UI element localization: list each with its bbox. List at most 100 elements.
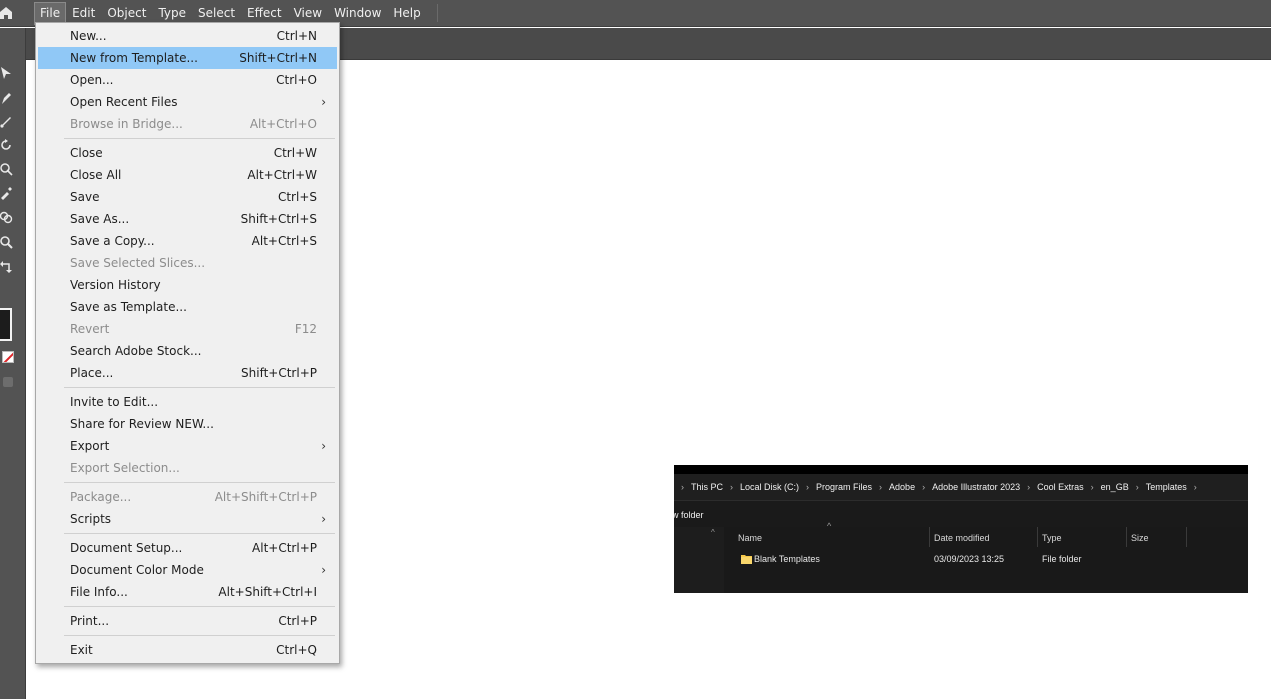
menu-help[interactable]: Help [387, 2, 426, 25]
menu-separator [64, 635, 335, 636]
menu-item-label: Place... [70, 366, 114, 380]
menu-item-shortcut: Alt+Ctrl+S [251, 234, 317, 248]
pen-tool-icon[interactable] [0, 89, 16, 107]
menu-item-label: Revert [70, 322, 110, 336]
breadcrumb-chevron-icon: › [1090, 482, 1094, 492]
menu-item-save-as-template[interactable]: Save as Template... [38, 296, 337, 318]
submenu-arrow-icon: › [321, 95, 326, 109]
menu-item-document-setup[interactable]: Document Setup... Alt+Ctrl+P [38, 537, 337, 559]
breadcrumb-chevron-icon: › [730, 482, 734, 492]
menu-item-invite-to-edit[interactable]: Invite to Edit... [38, 391, 337, 413]
menu-item-label: New from Template... [70, 51, 198, 65]
brush-tool-icon[interactable] [0, 113, 16, 131]
menu-item-document-color-mode[interactable]: Document Color Mode › [38, 559, 337, 581]
menu-item-label: Document Color Mode [70, 563, 204, 577]
submenu-arrow-icon: › [321, 563, 326, 577]
fill-swatch[interactable] [0, 308, 12, 341]
menu-separator [64, 482, 335, 483]
menu-item-save-a-copy[interactable]: Save a Copy... Alt+Ctrl+S [38, 230, 337, 252]
menu-item-save-as[interactable]: Save As... Shift+Ctrl+S [38, 208, 337, 230]
puppet-warp-tool-icon[interactable] [0, 160, 16, 178]
breadcrumb-chevron-icon: › [1193, 482, 1197, 492]
breadcrumb-chevron-icon: › [1135, 482, 1139, 492]
menu-item-label: Close All [70, 168, 122, 182]
menu-item-open[interactable]: Open... Ctrl+O [38, 69, 337, 91]
menu-item-export-selection: Export Selection... [38, 457, 337, 479]
menu-item-label: Browse in Bridge... [70, 117, 183, 131]
menu-item-package: Package... Alt+Shift+Ctrl+P [38, 486, 337, 508]
file-type: File folder [1042, 554, 1082, 564]
breadcrumb-en-gb[interactable]: en_GB [1101, 482, 1129, 492]
menu-item-version-history[interactable]: Version History [38, 274, 337, 296]
breadcrumb-adobe[interactable]: Adobe [889, 482, 915, 492]
menu-separator [64, 606, 335, 607]
menu-item-label: Scripts [70, 512, 112, 526]
menu-item-open-recent-files[interactable]: Open Recent Files › [38, 91, 337, 113]
menu-item-label: File Info... [70, 585, 128, 599]
menu-item-shortcut: Ctrl+N [276, 29, 317, 43]
stroke-none-swatch[interactable] [2, 351, 14, 363]
swap-colors-icon[interactable] [0, 258, 16, 276]
zoom-tool-icon[interactable] [0, 233, 16, 251]
rotate-tool-icon[interactable] [0, 136, 16, 154]
navigation-pane: ^ [674, 527, 724, 593]
menu-item-place[interactable]: Place... Shift+Ctrl+P [38, 362, 337, 384]
menu-item-new[interactable]: New... Ctrl+N [38, 25, 337, 47]
shape-builder-tool-icon[interactable] [0, 208, 16, 226]
home-icon[interactable] [0, 0, 22, 27]
menu-item-label: Exit [70, 643, 93, 657]
explorer-command-bar: w folder [674, 501, 1248, 527]
menu-item-scripts[interactable]: Scripts › [38, 508, 337, 530]
breadcrumb-templates[interactable]: Templates [1146, 482, 1187, 492]
address-bar[interactable]: › This PC › Local Disk (C:) › Program Fi… [674, 474, 1248, 501]
menu-item-print[interactable]: Print... Ctrl+P [38, 610, 337, 632]
menu-item-shortcut: Alt+Ctrl+P [252, 541, 317, 555]
menu-separator [64, 138, 335, 139]
menu-item-label: Save as Template... [70, 300, 187, 314]
new-folder-button[interactable]: w folder [674, 510, 704, 520]
menu-item-share-for-review[interactable]: Share for Review NEW... [38, 413, 337, 435]
breadcrumb-this-pc[interactable]: This PC [691, 482, 723, 492]
menu-item-label: Export Selection... [70, 461, 180, 475]
eyedropper-tool-icon[interactable] [0, 184, 16, 202]
breadcrumb-local-disk[interactable]: Local Disk (C:) [740, 482, 799, 492]
menu-item-browse-in-bridge: Browse in Bridge... Alt+Ctrl+O [38, 113, 337, 135]
menu-item-label: Share for Review NEW... [70, 417, 214, 431]
submenu-arrow-icon: › [321, 512, 326, 526]
column-header-size[interactable]: Size [1127, 527, 1187, 547]
menu-item-label: Package... [70, 490, 132, 504]
column-header-name[interactable]: Name [734, 527, 930, 547]
direct-selection-tool-icon[interactable] [0, 64, 16, 82]
menu-item-shortcut: Alt+Shift+Ctrl+I [218, 585, 317, 599]
breadcrumb-adobe-illustrator[interactable]: Adobe Illustrator 2023 [932, 482, 1020, 492]
breadcrumb-program-files[interactable]: Program Files [816, 482, 872, 492]
menu-item-close-all[interactable]: Close All Alt+Ctrl+W [38, 164, 337, 186]
submenu-arrow-icon: › [321, 439, 326, 453]
menu-item-label: Save [70, 190, 100, 204]
menu-item-save[interactable]: Save Ctrl+S [38, 186, 337, 208]
menu-item-new-from-template[interactable]: New from Template... Shift+Ctrl+N [38, 47, 337, 69]
menu-item-label: Invite to Edit... [70, 395, 159, 409]
menu-item-label: Version History [70, 278, 161, 292]
breadcrumb-cool-extras[interactable]: Cool Extras [1037, 482, 1084, 492]
drawing-mode-icon[interactable] [3, 377, 13, 387]
folder-icon [741, 555, 752, 564]
menu-item-exit[interactable]: Exit Ctrl+Q [38, 639, 337, 661]
menu-item-file-info[interactable]: File Info... Alt+Shift+Ctrl+I [38, 581, 337, 603]
tools-panel [0, 28, 26, 699]
column-header-type[interactable]: Type [1038, 527, 1127, 547]
breadcrumb-chevron-icon: › [879, 482, 883, 492]
menu-item-export[interactable]: Export › [38, 435, 337, 457]
breadcrumb-chevron-icon: › [806, 482, 810, 492]
file-name: Blank Templates [754, 554, 820, 564]
menu-item-shortcut: Ctrl+P [278, 614, 317, 628]
menu-item-shortcut: Shift+Ctrl+S [240, 212, 317, 226]
chevron-up-icon[interactable]: ^ [711, 528, 715, 537]
column-header-date-modified[interactable]: Date modified [930, 527, 1038, 547]
menu-item-close[interactable]: Close Ctrl+W [38, 142, 337, 164]
file-row[interactable]: Blank Templates 03/09/2023 13:25 File fo… [724, 551, 1248, 568]
menu-item-shortcut: Alt+Ctrl+O [249, 117, 317, 131]
menu-item-search-adobe-stock[interactable]: Search Adobe Stock... [38, 340, 337, 362]
breadcrumb-chevron-icon: › [681, 482, 684, 492]
explorer-top-strip [674, 465, 1248, 474]
